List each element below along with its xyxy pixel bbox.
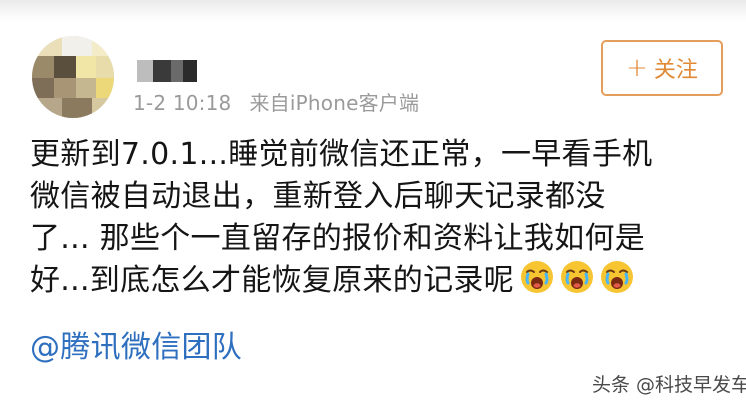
follow-button[interactable]: + 关注	[601, 40, 723, 96]
post-body: 更新到7.0.1...睡觉前微信还正常，一早看手机 微信被自动退出，重新登入后聊…	[30, 134, 730, 302]
post-body-line: 微信被自动退出，重新登入后聊天记录都没	[30, 179, 606, 214]
post-source[interactable]: 来自iPhone客户端	[249, 91, 419, 115]
username-redacted[interactable]	[137, 60, 197, 82]
follow-button-label: 关注	[653, 58, 698, 83]
post-body-line: 了... 那些个一直留存的报价和资料让我如何是	[30, 221, 646, 256]
post-card: 1-2 10:18 来自iPhone客户端 + 关注 更新到7.0.1...睡觉前…	[0, 0, 746, 406]
crying-face-emoji-icon	[601, 261, 634, 293]
post-body-line-last: 好...到底怎么才能恢复原来的记录呢	[30, 260, 730, 302]
post-timestamp: 1-2 10:18	[133, 91, 232, 115]
post-body-line: 更新到7.0.1...睡觉前微信还正常，一早看手机	[30, 137, 653, 172]
mention-link[interactable]: @腾讯微信团队	[30, 322, 242, 366]
post-body-line-text: 好...到底怎么才能恢复原来的记录呢	[30, 263, 515, 298]
post-meta: 1-2 10:18 来自iPhone客户端	[133, 87, 419, 116]
plus-icon: +	[626, 53, 648, 83]
user-avatar[interactable]	[32, 36, 114, 118]
top-edge	[0, 0, 746, 22]
crying-face-emoji-icon	[561, 261, 594, 293]
crying-face-emoji-icon	[521, 261, 554, 293]
source-watermark: 头条 @科技早发车	[592, 374, 746, 396]
